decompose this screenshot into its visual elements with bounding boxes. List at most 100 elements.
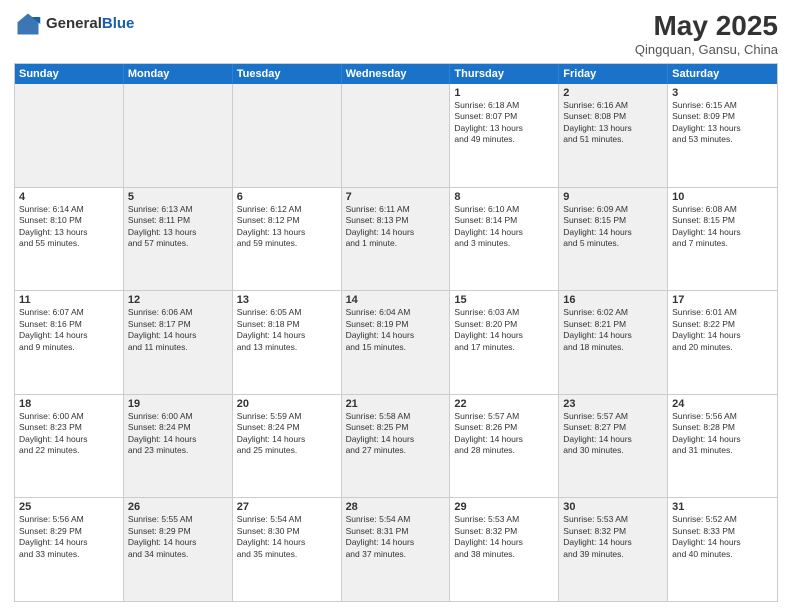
header-day-sunday: Sunday bbox=[15, 64, 124, 84]
week-row-4: 25Sunrise: 5:56 AM Sunset: 8:29 PM Dayli… bbox=[15, 498, 777, 601]
day-info: Sunrise: 6:06 AM Sunset: 8:17 PM Dayligh… bbox=[128, 307, 228, 353]
day-cell-11: 11Sunrise: 6:07 AM Sunset: 8:16 PM Dayli… bbox=[15, 291, 124, 394]
day-number: 17 bbox=[672, 294, 773, 306]
day-cell-2: 2Sunrise: 6:16 AM Sunset: 8:08 PM Daylig… bbox=[559, 84, 668, 187]
header-day-monday: Monday bbox=[124, 64, 233, 84]
day-number: 19 bbox=[128, 398, 228, 410]
day-number: 29 bbox=[454, 501, 554, 513]
header-day-saturday: Saturday bbox=[668, 64, 777, 84]
day-number: 11 bbox=[19, 294, 119, 306]
day-cell-25: 25Sunrise: 5:56 AM Sunset: 8:29 PM Dayli… bbox=[15, 498, 124, 601]
header-day-tuesday: Tuesday bbox=[233, 64, 342, 84]
day-cell-6: 6Sunrise: 6:12 AM Sunset: 8:12 PM Daylig… bbox=[233, 188, 342, 291]
page: GeneralBlue May 2025 Qingquan, Gansu, Ch… bbox=[0, 0, 792, 612]
empty-cell bbox=[342, 84, 451, 187]
day-number: 1 bbox=[454, 87, 554, 99]
day-info: Sunrise: 6:05 AM Sunset: 8:18 PM Dayligh… bbox=[237, 307, 337, 353]
day-info: Sunrise: 6:11 AM Sunset: 8:13 PM Dayligh… bbox=[346, 204, 446, 250]
day-info: Sunrise: 5:52 AM Sunset: 8:33 PM Dayligh… bbox=[672, 514, 773, 560]
day-number: 5 bbox=[128, 191, 228, 203]
day-cell-24: 24Sunrise: 5:56 AM Sunset: 8:28 PM Dayli… bbox=[668, 395, 777, 498]
day-cell-21: 21Sunrise: 5:58 AM Sunset: 8:25 PM Dayli… bbox=[342, 395, 451, 498]
day-info: Sunrise: 5:56 AM Sunset: 8:28 PM Dayligh… bbox=[672, 411, 773, 457]
day-number: 6 bbox=[237, 191, 337, 203]
header-day-thursday: Thursday bbox=[450, 64, 559, 84]
day-info: Sunrise: 6:15 AM Sunset: 8:09 PM Dayligh… bbox=[672, 100, 773, 146]
day-info: Sunrise: 6:01 AM Sunset: 8:22 PM Dayligh… bbox=[672, 307, 773, 353]
week-row-1: 4Sunrise: 6:14 AM Sunset: 8:10 PM Daylig… bbox=[15, 188, 777, 292]
day-cell-28: 28Sunrise: 5:54 AM Sunset: 8:31 PM Dayli… bbox=[342, 498, 451, 601]
day-cell-18: 18Sunrise: 6:00 AM Sunset: 8:23 PM Dayli… bbox=[15, 395, 124, 498]
day-number: 3 bbox=[672, 87, 773, 99]
day-cell-3: 3Sunrise: 6:15 AM Sunset: 8:09 PM Daylig… bbox=[668, 84, 777, 187]
day-number: 8 bbox=[454, 191, 554, 203]
day-number: 9 bbox=[563, 191, 663, 203]
day-cell-7: 7Sunrise: 6:11 AM Sunset: 8:13 PM Daylig… bbox=[342, 188, 451, 291]
day-number: 21 bbox=[346, 398, 446, 410]
day-cell-8: 8Sunrise: 6:10 AM Sunset: 8:14 PM Daylig… bbox=[450, 188, 559, 291]
day-info: Sunrise: 6:02 AM Sunset: 8:21 PM Dayligh… bbox=[563, 307, 663, 353]
day-cell-13: 13Sunrise: 6:05 AM Sunset: 8:18 PM Dayli… bbox=[233, 291, 342, 394]
day-info: Sunrise: 5:53 AM Sunset: 8:32 PM Dayligh… bbox=[454, 514, 554, 560]
day-info: Sunrise: 6:00 AM Sunset: 8:24 PM Dayligh… bbox=[128, 411, 228, 457]
day-cell-17: 17Sunrise: 6:01 AM Sunset: 8:22 PM Dayli… bbox=[668, 291, 777, 394]
day-info: Sunrise: 6:08 AM Sunset: 8:15 PM Dayligh… bbox=[672, 204, 773, 250]
day-number: 27 bbox=[237, 501, 337, 513]
day-number: 4 bbox=[19, 191, 119, 203]
day-number: 15 bbox=[454, 294, 554, 306]
calendar: SundayMondayTuesdayWednesdayThursdayFrid… bbox=[14, 63, 778, 602]
day-cell-29: 29Sunrise: 5:53 AM Sunset: 8:32 PM Dayli… bbox=[450, 498, 559, 601]
day-info: Sunrise: 6:09 AM Sunset: 8:15 PM Dayligh… bbox=[563, 204, 663, 250]
day-number: 26 bbox=[128, 501, 228, 513]
day-info: Sunrise: 5:55 AM Sunset: 8:29 PM Dayligh… bbox=[128, 514, 228, 560]
day-info: Sunrise: 6:00 AM Sunset: 8:23 PM Dayligh… bbox=[19, 411, 119, 457]
day-cell-23: 23Sunrise: 5:57 AM Sunset: 8:27 PM Dayli… bbox=[559, 395, 668, 498]
day-cell-14: 14Sunrise: 6:04 AM Sunset: 8:19 PM Dayli… bbox=[342, 291, 451, 394]
day-number: 25 bbox=[19, 501, 119, 513]
day-number: 10 bbox=[672, 191, 773, 203]
day-number: 31 bbox=[672, 501, 773, 513]
day-info: Sunrise: 6:12 AM Sunset: 8:12 PM Dayligh… bbox=[237, 204, 337, 250]
day-info: Sunrise: 5:57 AM Sunset: 8:26 PM Dayligh… bbox=[454, 411, 554, 457]
logo-text: GeneralBlue bbox=[46, 15, 134, 33]
title-block: May 2025 Qingquan, Gansu, China bbox=[635, 10, 778, 57]
day-info: Sunrise: 6:03 AM Sunset: 8:20 PM Dayligh… bbox=[454, 307, 554, 353]
day-cell-22: 22Sunrise: 5:57 AM Sunset: 8:26 PM Dayli… bbox=[450, 395, 559, 498]
day-number: 28 bbox=[346, 501, 446, 513]
empty-cell bbox=[15, 84, 124, 187]
calendar-body: 1Sunrise: 6:18 AM Sunset: 8:07 PM Daylig… bbox=[15, 84, 777, 601]
header: GeneralBlue May 2025 Qingquan, Gansu, Ch… bbox=[14, 10, 778, 57]
day-cell-16: 16Sunrise: 6:02 AM Sunset: 8:21 PM Dayli… bbox=[559, 291, 668, 394]
day-number: 22 bbox=[454, 398, 554, 410]
day-cell-12: 12Sunrise: 6:06 AM Sunset: 8:17 PM Dayli… bbox=[124, 291, 233, 394]
day-number: 2 bbox=[563, 87, 663, 99]
week-row-2: 11Sunrise: 6:07 AM Sunset: 8:16 PM Dayli… bbox=[15, 291, 777, 395]
week-row-3: 18Sunrise: 6:00 AM Sunset: 8:23 PM Dayli… bbox=[15, 395, 777, 499]
header-day-friday: Friday bbox=[559, 64, 668, 84]
day-info: Sunrise: 6:16 AM Sunset: 8:08 PM Dayligh… bbox=[563, 100, 663, 146]
day-info: Sunrise: 6:14 AM Sunset: 8:10 PM Dayligh… bbox=[19, 204, 119, 250]
empty-cell bbox=[233, 84, 342, 187]
week-row-0: 1Sunrise: 6:18 AM Sunset: 8:07 PM Daylig… bbox=[15, 84, 777, 188]
day-number: 18 bbox=[19, 398, 119, 410]
calendar-title: May 2025 bbox=[635, 10, 778, 42]
day-info: Sunrise: 6:13 AM Sunset: 8:11 PM Dayligh… bbox=[128, 204, 228, 250]
day-info: Sunrise: 5:54 AM Sunset: 8:31 PM Dayligh… bbox=[346, 514, 446, 560]
day-number: 16 bbox=[563, 294, 663, 306]
day-cell-4: 4Sunrise: 6:14 AM Sunset: 8:10 PM Daylig… bbox=[15, 188, 124, 291]
day-cell-20: 20Sunrise: 5:59 AM Sunset: 8:24 PM Dayli… bbox=[233, 395, 342, 498]
header-day-wednesday: Wednesday bbox=[342, 64, 451, 84]
day-info: Sunrise: 5:56 AM Sunset: 8:29 PM Dayligh… bbox=[19, 514, 119, 560]
logo-general: GeneralBlue bbox=[46, 15, 134, 33]
day-number: 23 bbox=[563, 398, 663, 410]
day-info: Sunrise: 5:54 AM Sunset: 8:30 PM Dayligh… bbox=[237, 514, 337, 560]
day-number: 12 bbox=[128, 294, 228, 306]
day-info: Sunrise: 5:57 AM Sunset: 8:27 PM Dayligh… bbox=[563, 411, 663, 457]
day-info: Sunrise: 6:10 AM Sunset: 8:14 PM Dayligh… bbox=[454, 204, 554, 250]
day-cell-1: 1Sunrise: 6:18 AM Sunset: 8:07 PM Daylig… bbox=[450, 84, 559, 187]
day-number: 24 bbox=[672, 398, 773, 410]
day-cell-19: 19Sunrise: 6:00 AM Sunset: 8:24 PM Dayli… bbox=[124, 395, 233, 498]
day-cell-10: 10Sunrise: 6:08 AM Sunset: 8:15 PM Dayli… bbox=[668, 188, 777, 291]
day-number: 30 bbox=[563, 501, 663, 513]
day-info: Sunrise: 5:59 AM Sunset: 8:24 PM Dayligh… bbox=[237, 411, 337, 457]
